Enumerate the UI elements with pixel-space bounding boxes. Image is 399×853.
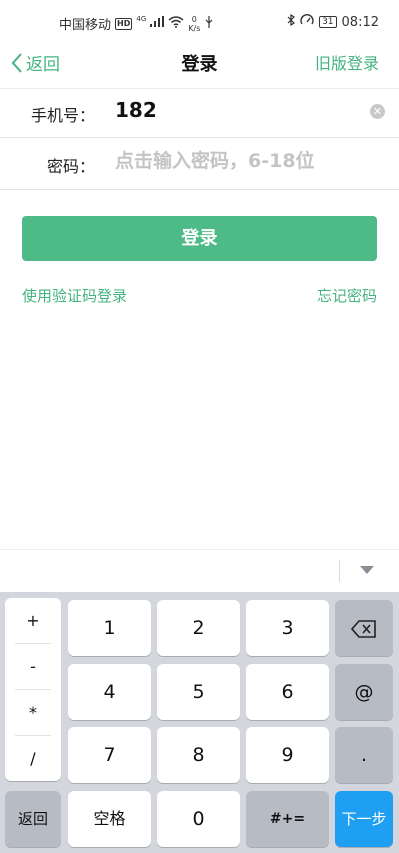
key-plus[interactable]: + — [5, 598, 61, 643]
old-version-login-link[interactable]: 旧版登录 — [315, 50, 379, 74]
backspace-key[interactable] — [335, 600, 393, 656]
hd-icon: HD — [115, 17, 133, 30]
key-9[interactable]: 9 — [246, 727, 329, 783]
wifi-icon — [168, 15, 184, 32]
net-speed-unit: K/s — [188, 23, 201, 33]
phone-row: 手机号： 182 ✕ — [0, 88, 399, 138]
key-8[interactable]: 8 — [157, 727, 240, 783]
backspace-icon — [350, 619, 376, 638]
password-input[interactable] — [115, 150, 385, 172]
login-button[interactable]: 登录 — [22, 216, 377, 261]
key-5[interactable]: 5 — [157, 664, 240, 720]
status-bar: 中国移动 HD 4G 0 K/s 31 08:12 — [0, 0, 399, 46]
forgot-password-link[interactable]: 忘记密码 — [317, 285, 377, 306]
key-3[interactable]: 3 — [246, 600, 329, 656]
status-right: 31 08:12 — [287, 13, 379, 30]
toolbar-divider — [339, 560, 340, 582]
key-4[interactable]: 4 — [68, 664, 151, 720]
battery-icon: 31 — [319, 16, 337, 28]
key-dot[interactable]: . — [335, 727, 393, 783]
back-key[interactable]: 返回 — [5, 791, 61, 847]
key-0[interactable]: 0 — [157, 791, 240, 847]
key-2[interactable]: 2 — [157, 600, 240, 656]
speedometer-icon — [300, 14, 314, 30]
signal-icon — [150, 16, 165, 31]
password-label: 密码： — [46, 157, 95, 176]
key-6[interactable]: 6 — [246, 664, 329, 720]
key-at[interactable]: @ — [335, 664, 393, 720]
clock: 08:12 — [341, 14, 379, 30]
key-1[interactable]: 1 — [68, 600, 151, 656]
carrier-name: 中国移动 — [59, 18, 112, 33]
symbol-column: + - * / — [5, 598, 61, 781]
numeric-keyboard: + - * / 1 2 3 4 5 6 @ 7 8 9 . 返回 空格 0 #+… — [0, 592, 399, 853]
network-type: 4G — [136, 14, 147, 23]
sms-login-link[interactable]: 使用验证码登录 — [22, 285, 127, 306]
net-speed-value: 0 — [191, 14, 197, 24]
symbols-key[interactable]: #+= — [246, 791, 329, 847]
nav-bar: 返回 登录 旧版登录 — [0, 46, 399, 92]
password-row: 密码： — [0, 140, 399, 190]
clear-icon[interactable]: ✕ — [370, 104, 385, 119]
status-left: 中国移动 HD 4G 0 K/s — [59, 14, 214, 33]
bluetooth-icon — [287, 13, 296, 30]
phone-label: 手机号： — [30, 106, 95, 125]
next-step-key[interactable]: 下一步 — [335, 791, 393, 847]
phone-input[interactable]: 182 — [115, 98, 157, 122]
net-speed: 0 K/s — [188, 15, 200, 33]
collapse-keyboard-icon[interactable] — [360, 566, 374, 574]
key-minus[interactable]: - — [5, 644, 61, 689]
key-7[interactable]: 7 — [68, 727, 151, 783]
space-key[interactable]: 空格 — [68, 791, 151, 847]
key-multiply[interactable]: * — [5, 690, 61, 735]
key-divide[interactable]: / — [5, 736, 61, 781]
keyboard-toolbar — [0, 549, 399, 592]
usb-icon — [204, 15, 214, 32]
